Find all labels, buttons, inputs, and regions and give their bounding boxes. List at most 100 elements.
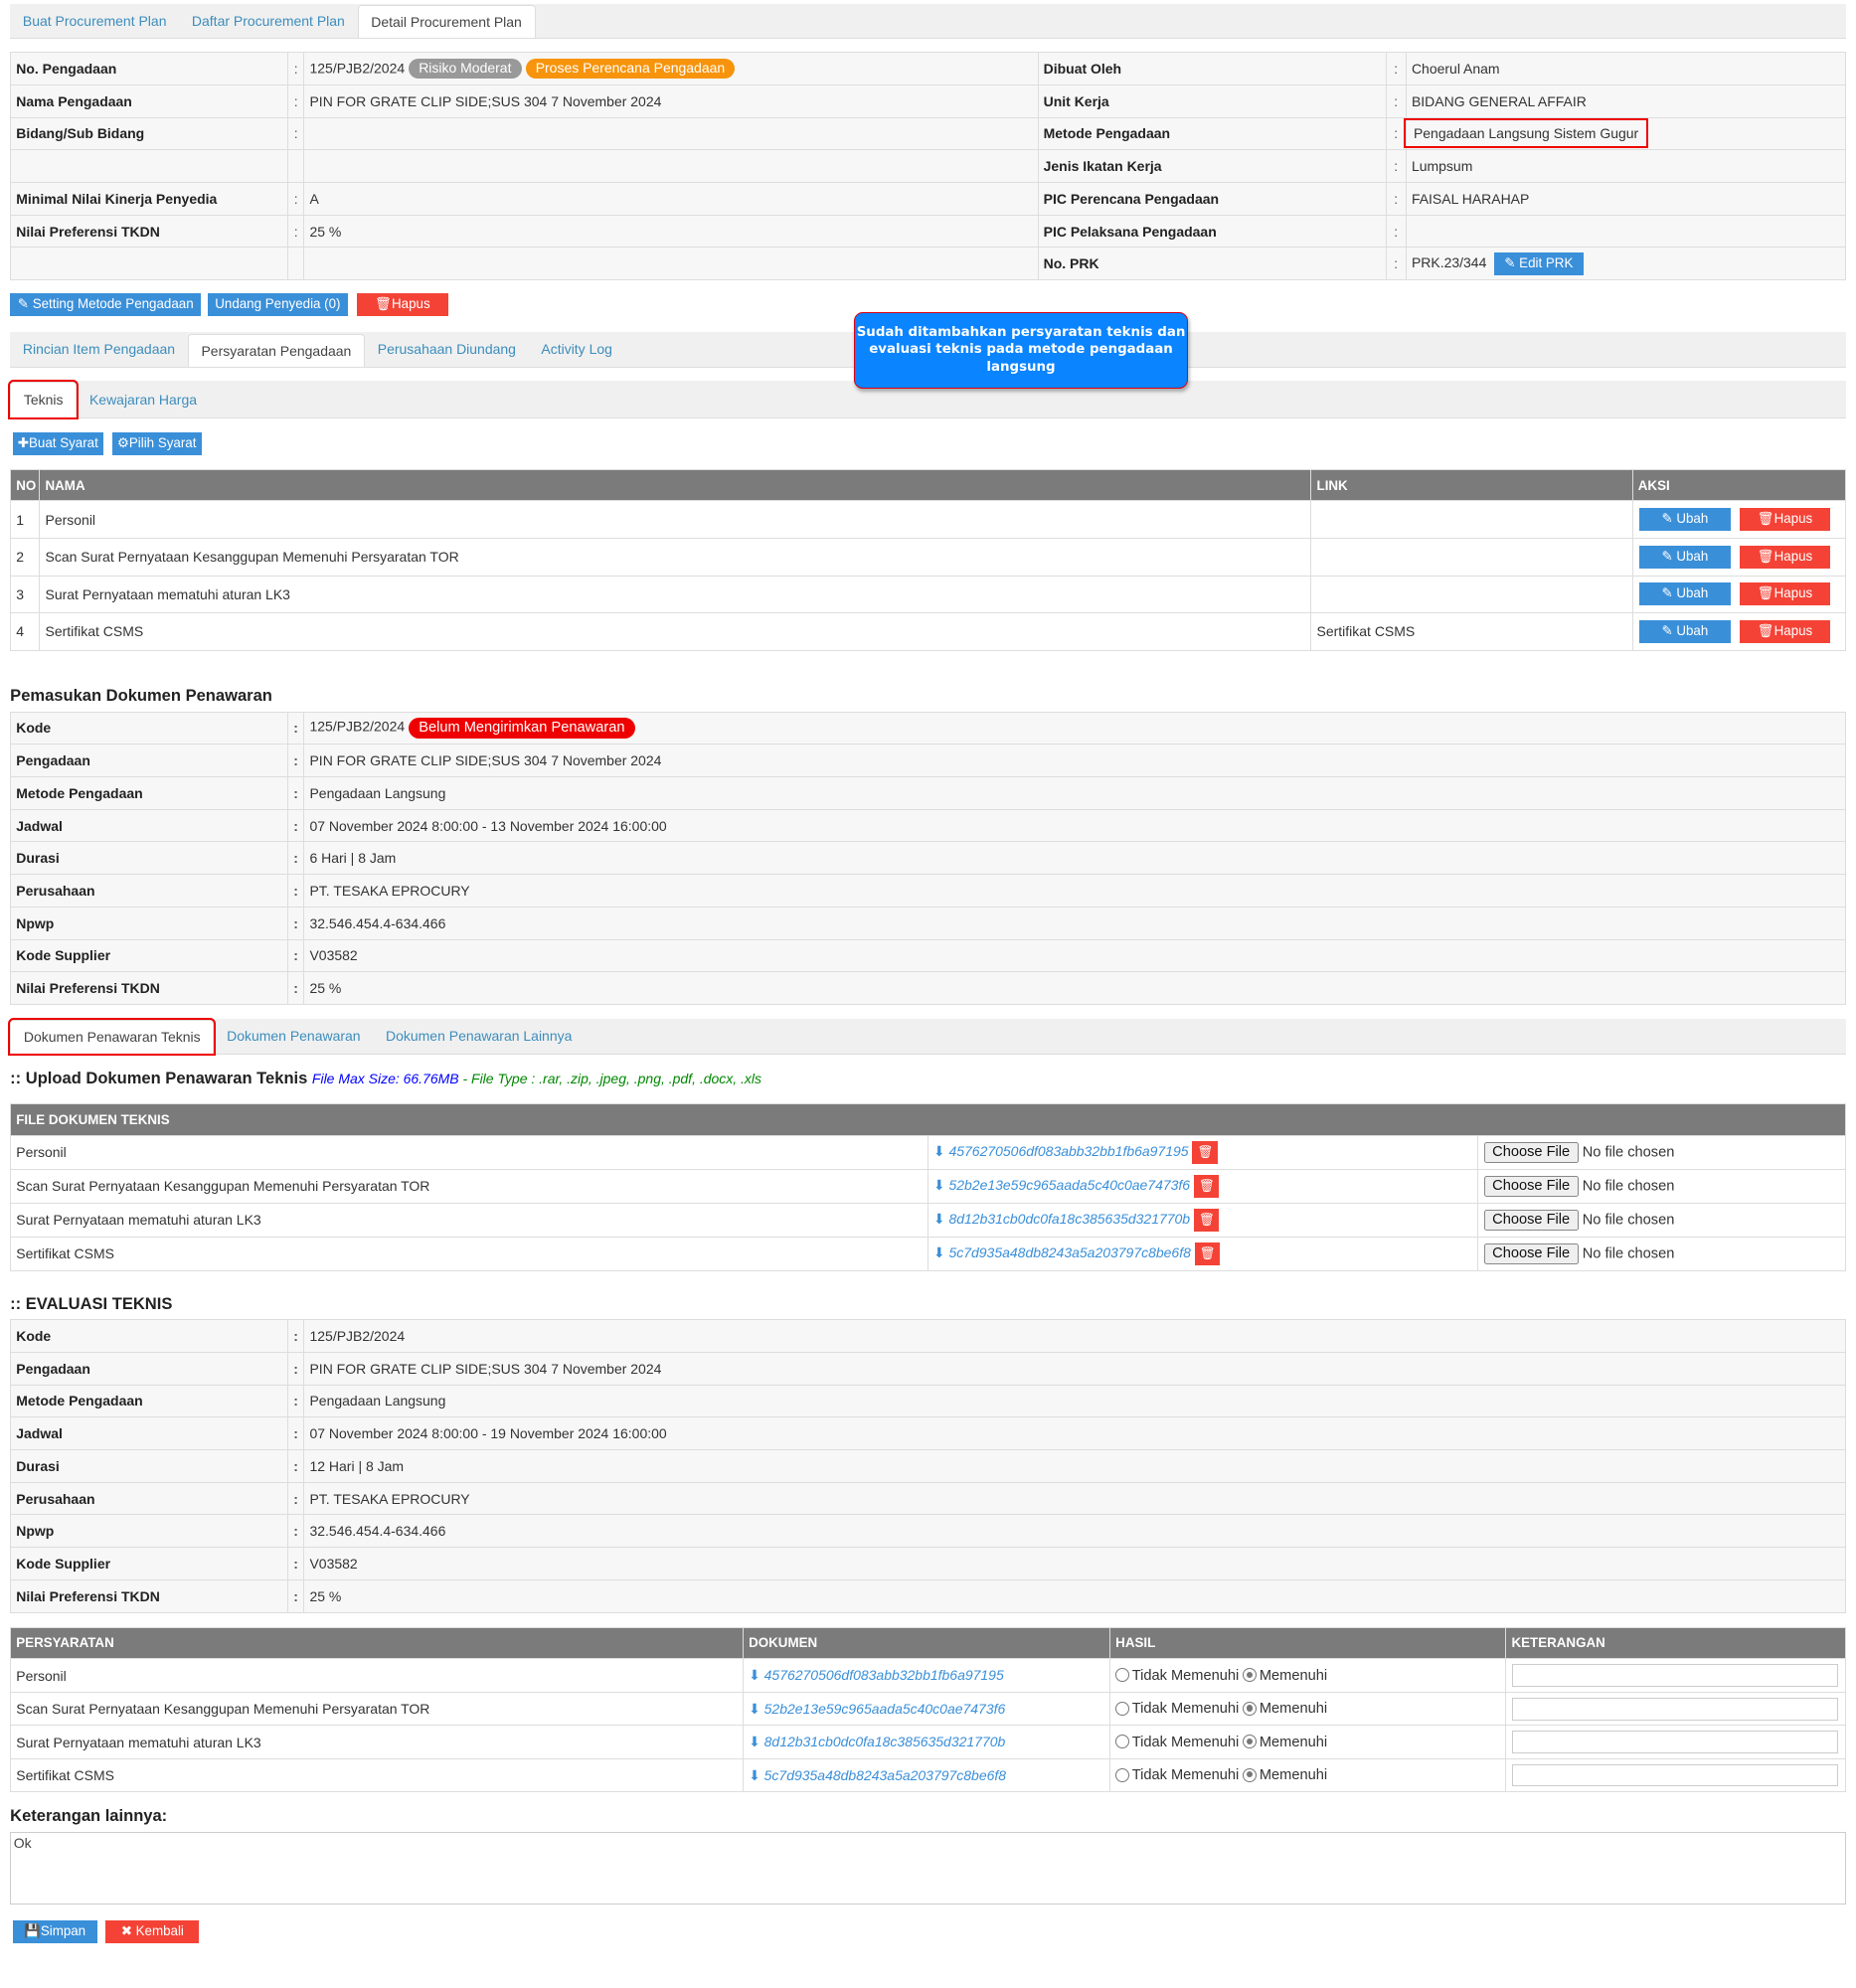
hapus-row-button[interactable]: 🗑Hapus xyxy=(1739,619,1831,643)
row-no: 4 xyxy=(10,612,41,651)
info-value: 6 Hari | 8 Jam xyxy=(309,850,397,867)
table-row: 3 Surat Pernyataan mematuhi aturan LK3 ✎ U… xyxy=(10,575,1846,614)
choose-file-button[interactable]: Choose File xyxy=(1483,1243,1579,1264)
radio-label: Tidak Memenuhi xyxy=(1131,1734,1240,1750)
keterangan-input[interactable] xyxy=(1511,1731,1838,1753)
ubah-label: Ubah xyxy=(1676,548,1709,564)
radio-tidak-memenuhi[interactable] xyxy=(1115,1767,1130,1782)
doc-file-link[interactable]: 8d12b31cb0dc0fa18c385635d321770b xyxy=(948,1211,1190,1227)
undang-penyedia-button[interactable]: Undang Penyedia (0) xyxy=(207,292,349,316)
doc-file-link[interactable]: 52b2e13e59c965aada5c40c0ae7473f6 xyxy=(764,1701,1006,1717)
keterangan-lainnya-textarea[interactable]: Ok xyxy=(10,1831,1846,1905)
info-label: Kode Supplier xyxy=(10,1547,288,1580)
radio-memenuhi[interactable] xyxy=(1243,1701,1258,1716)
doc-file-link[interactable]: 5c7d935a48db8243a5a203797c8be6f8 xyxy=(764,1767,1006,1783)
doc-file-link[interactable]: 4576270506df083abb32bb1fb6a97195 xyxy=(764,1667,1004,1683)
tab-daftar-procurement-plan[interactable]: Daftar Procurement Plan xyxy=(179,4,357,39)
hapus-row-button[interactable]: 🗑Hapus xyxy=(1739,545,1831,569)
keterangan-input[interactable] xyxy=(1511,1664,1838,1688)
info-value: Lumpsum xyxy=(1411,158,1473,175)
radio-tidak-memenuhi[interactable] xyxy=(1115,1735,1130,1749)
delete-file-button[interactable]: 🗑 xyxy=(1192,1141,1218,1164)
doc-name: Surat Pernyataan mematuhi aturan LK3 xyxy=(10,1202,928,1238)
radio-label: Tidak Memenuhi xyxy=(1131,1701,1240,1718)
tab-buat-procurement-plan[interactable]: Buat Procurement Plan xyxy=(10,4,179,39)
info-value-cell: 25 % xyxy=(303,1578,1846,1613)
colon: : xyxy=(1385,52,1407,85)
ubah-button[interactable]: ✎ Ubah xyxy=(1639,582,1731,606)
colon: : xyxy=(286,711,305,746)
tab-persyaratan-pengadaan[interactable]: Persyaratan Pengadaan xyxy=(187,333,366,367)
colon: : xyxy=(286,116,305,151)
doc-file-link[interactable]: 5c7d935a48db8243a5a203797c8be6f8 xyxy=(948,1244,1190,1260)
simpan-button[interactable]: 💾Simpan xyxy=(12,1919,97,1943)
edit-icon: ✎ xyxy=(17,295,33,311)
ubah-label: Ubah xyxy=(1676,585,1709,601)
colon: : xyxy=(286,776,305,810)
table-row: 2 Scan Surat Pernyataan Kesanggupan Memen… xyxy=(10,537,1846,577)
colon xyxy=(286,247,305,281)
radio-label: Memenuhi xyxy=(1259,1734,1328,1750)
info-value: V03582 xyxy=(309,1556,358,1572)
keterangan-lainnya-label: Keterangan lainnya: xyxy=(10,1806,168,1826)
ubah-button[interactable]: ✎ Ubah xyxy=(1639,619,1731,643)
radio-memenuhi[interactable] xyxy=(1243,1668,1258,1683)
row-no: 2 xyxy=(10,537,41,577)
tab-dokumen-penawaran-lainnya[interactable]: Dokumen Penawaran Lainnya xyxy=(373,1019,585,1054)
doc-file-link[interactable]: 8d12b31cb0dc0fa18c385635d321770b xyxy=(764,1734,1006,1749)
row-link xyxy=(1310,537,1633,577)
buat-label: Buat Syarat xyxy=(29,434,98,450)
tab-kewajaran-harga[interactable]: Kewajaran Harga xyxy=(77,381,210,417)
radio-memenuhi[interactable] xyxy=(1243,1767,1258,1782)
setting-metode-button[interactable]: ✎ Setting Metode Pengadaan xyxy=(10,292,202,316)
table-row: Surat Pernyataan mematuhi aturan LK3 ⬇ 8d1… xyxy=(10,1202,1846,1238)
kembali-button[interactable]: ✖ Kembali xyxy=(105,1919,200,1943)
info-value-cell: 32.546.454.4-634.466 xyxy=(303,1514,1846,1549)
radio-tidak-memenuhi[interactable] xyxy=(1115,1668,1130,1683)
colon: : xyxy=(286,744,305,778)
tab-perusahaan-diundang[interactable]: Perusahaan Diundang xyxy=(365,332,529,367)
file-input-cell: Choose File No file chosen xyxy=(1477,1202,1846,1238)
tab-detail-procurement-plan[interactable]: Detail Procurement Plan xyxy=(357,5,536,39)
info-value-cell: BIDANG GENERAL AFFAIR xyxy=(1405,83,1846,118)
close-icon: ✖ xyxy=(120,1922,136,1938)
doc-file-link[interactable]: 52b2e13e59c965aada5c40c0ae7473f6 xyxy=(948,1177,1190,1193)
evaluasi-table: Kode:125/PJB2/2024 Pengadaan: PIN FOR GRAT… xyxy=(10,1319,1846,1613)
buat-syarat-button[interactable]: ✚Buat Syarat xyxy=(12,431,103,455)
hapus-button[interactable]: 🗑Hapus xyxy=(357,292,448,316)
ubah-button[interactable]: ✎ Ubah xyxy=(1639,545,1731,569)
choose-file-button[interactable]: Choose File xyxy=(1483,1176,1579,1197)
tab-rincian-item[interactable]: Rincian Item Pengadaan xyxy=(10,332,188,367)
no-file-text: No file chosen xyxy=(1582,1178,1675,1195)
tab-dokumen-penawaran-teknis[interactable]: Dokumen Penawaran Teknis xyxy=(8,1018,217,1056)
table-row: Personil ⬇ 4576270506df083abb32bb1fb6a9719… xyxy=(10,1135,1846,1170)
info-row: Nilai Preferensi TKDN:25 % xyxy=(10,971,1846,1005)
ubah-button[interactable]: ✎ Ubah xyxy=(1639,508,1731,532)
hapus-row-button[interactable]: 🗑Hapus xyxy=(1739,508,1831,532)
pilih-syarat-button[interactable]: ⚙Pilih Syarat xyxy=(111,431,202,455)
tab-dokumen-penawaran[interactable]: Dokumen Penawaran xyxy=(214,1019,373,1054)
choose-file-button[interactable]: Choose File xyxy=(1483,1210,1579,1231)
hapus-row-button[interactable]: 🗑Hapus xyxy=(1739,582,1831,606)
delete-file-button[interactable]: 🗑 xyxy=(1193,1208,1220,1232)
doc-file-cell: ⬇ 4576270506df083abb32bb1fb6a97195 xyxy=(743,1658,1111,1693)
setting-label: Setting Metode Pengadaan xyxy=(32,295,194,311)
keterangan-input[interactable] xyxy=(1511,1763,1838,1787)
info-row: Nilai Preferensi TKDN:25 % PIC Pelaksana … xyxy=(10,214,1846,248)
footer-actions: 💾Simpan ✖ Kembali xyxy=(12,1919,1856,1943)
doc-file-cell: ⬇ 8d12b31cb0dc0fa18c385635d321770b xyxy=(743,1725,1111,1759)
tab-activity-log[interactable]: Activity Log xyxy=(529,332,625,367)
edit-prk-button[interactable]: ✎ Edit PRK xyxy=(1494,251,1584,275)
info-value-cell: Choerul Anam xyxy=(1405,52,1846,85)
tab-teknis[interactable]: Teknis xyxy=(8,379,80,419)
delete-file-button[interactable]: 🗑 xyxy=(1194,1242,1221,1265)
radio-memenuhi[interactable] xyxy=(1243,1735,1258,1749)
radio-tidak-memenuhi[interactable] xyxy=(1115,1701,1130,1716)
no-file-text: No file chosen xyxy=(1582,1212,1675,1229)
keterangan-input[interactable] xyxy=(1511,1697,1838,1721)
doc-file-link[interactable]: 4576270506df083abb32bb1fb6a97195 xyxy=(948,1143,1188,1159)
choose-file-button[interactable]: Choose File xyxy=(1483,1142,1579,1163)
delete-file-button[interactable]: 🗑 xyxy=(1193,1175,1220,1198)
info-value-cell: PIN FOR GRATE CLIP SIDE;SUS 304 7 Novemb… xyxy=(303,1351,1846,1386)
radio-label: Tidak Memenuhi xyxy=(1131,1767,1240,1783)
